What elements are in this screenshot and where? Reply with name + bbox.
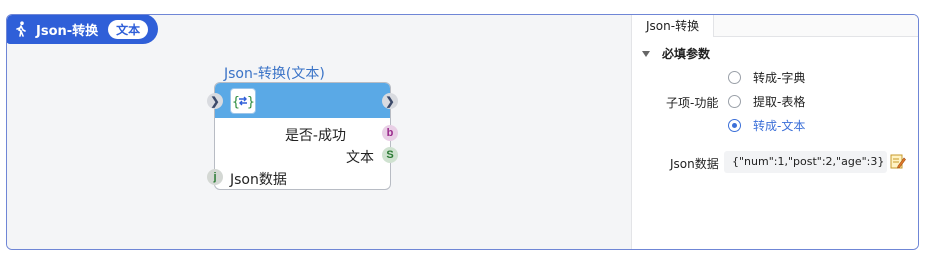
workflow-frame: Json-转换 文本 Json-转换(文本) { } ❯ ❯ 是否-成功 b 文… [6,14,919,250]
tab-json-convert[interactable]: Json-转换 [632,15,714,37]
input-flow-port[interactable]: ❯ [207,93,223,109]
radio-extract-table[interactable]: 提取-表格 [728,93,805,110]
collapse-triangle-icon[interactable] [642,50,650,57]
radio-to-text[interactable]: 转成-文本 [728,117,805,134]
output-flow-port[interactable]: ❯ [382,93,398,109]
flow-canvas[interactable]: Json-转换 文本 Json-转换(文本) { } ❯ ❯ 是否-成功 b 文… [7,15,631,249]
properties-panel: Json-转换 必填参数 子项-功能 转成-字典 提取-表格 转成-文本 Jso… [631,15,918,249]
radio-label: 提取-表格 [753,95,806,109]
json-data-input[interactable]: {"num":1,"post":2,"age":3} [724,151,887,173]
radio-to-dict[interactable]: 转成-字典 [728,69,805,86]
block-header[interactable]: Json-转换 文本 [7,15,158,44]
sub-function-label: 子项-功能 [666,96,719,110]
json-convert-node[interactable]: { } ❯ ❯ 是否-成功 b 文本 S j Json数据 [207,82,398,190]
node-title: Json-转换(文本) [224,66,325,82]
output-success-label: 是否-成功 [284,128,346,144]
input-json-label: Json数据 [230,172,287,188]
radio-circle[interactable] [728,71,741,84]
block-title: Json-转换 [36,23,99,39]
radio-circle[interactable] [728,95,741,108]
edit-icon[interactable] [890,153,906,169]
convert-icon: { } [232,95,255,110]
output-text-label: 文本 [346,150,374,166]
panel-tabbar: Json-转换 [632,15,918,37]
output-text-port[interactable]: S [382,147,398,163]
svg-text:}: } [247,95,255,110]
required-params-section[interactable]: 必填参数 [642,45,710,62]
block-tag: 文本 [108,19,149,39]
radio-label: 转成-字典 [753,71,806,85]
input-json-port[interactable]: j [207,169,223,185]
radio-label: 转成-文本 [753,119,806,133]
node-icon: { } [230,88,256,114]
svg-text:{: { [232,95,240,110]
walking-person-icon [16,21,26,37]
json-data-label: Json数据 [670,157,719,171]
output-success-port[interactable]: b [382,125,398,141]
section-title: 必填参数 [662,47,711,61]
radio-circle[interactable] [728,119,741,132]
